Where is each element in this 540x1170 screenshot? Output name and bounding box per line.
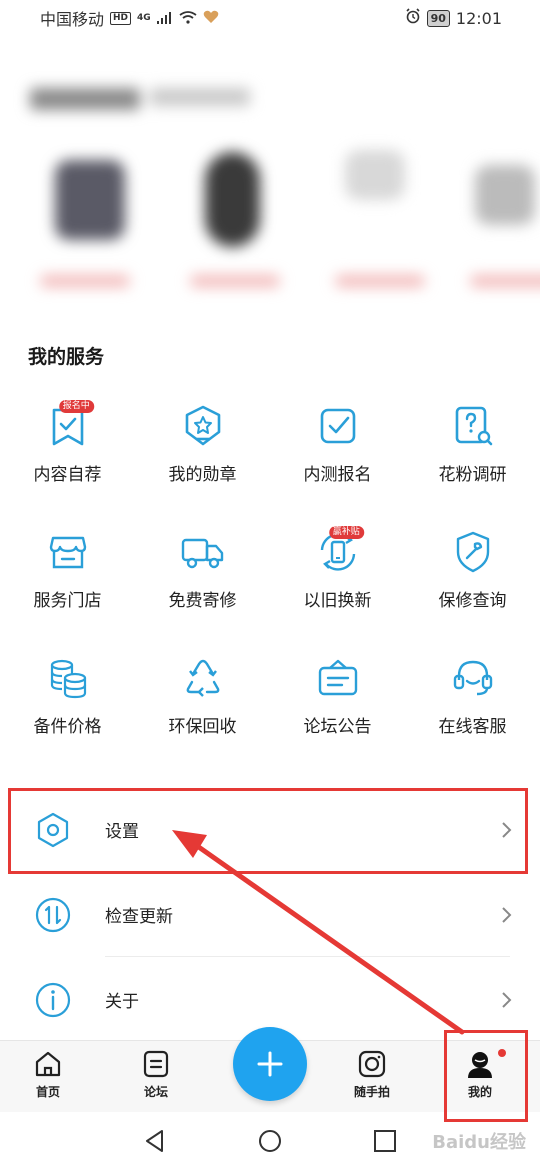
nav-forum[interactable]: 论坛 (111, 1049, 201, 1100)
home-circle-icon[interactable] (257, 1128, 283, 1154)
service-warranty-check[interactable]: 保修查询 (405, 516, 540, 642)
service-beta-signup[interactable]: 内测报名 (270, 390, 405, 516)
status-right: 90 12:01 (405, 8, 502, 28)
recycle-icon (179, 654, 227, 702)
alarm-icon (405, 8, 421, 28)
carrier-name: 中国移动 (40, 10, 105, 29)
service-label: 备件价格 (33, 717, 102, 737)
service-label: 服务门店 (33, 591, 102, 611)
status-left: 中国移动 HD 4G (40, 6, 219, 30)
plus-icon (257, 1051, 283, 1077)
store-icon (44, 528, 92, 576)
health-heart-icon (203, 9, 219, 28)
service-stores[interactable]: 服务门店 (0, 516, 135, 642)
service-my-medals[interactable]: 我的勋章 (135, 390, 270, 516)
services-grid: 报名中 内容自荐 我的勋章 内测报名 花粉调研 服务门店 免费寄修 赢补贴 以旧… (0, 390, 540, 768)
notice-board-icon (314, 654, 362, 702)
truck-icon (179, 528, 227, 576)
nav-forum-label: 论坛 (143, 1085, 168, 1099)
me-tab-highlight-box (444, 1030, 528, 1122)
hd-badge: HD (110, 11, 132, 25)
wifi-icon (179, 9, 197, 28)
service-free-mail-repair[interactable]: 免费寄修 (135, 516, 270, 642)
service-label: 在线客服 (438, 717, 507, 737)
camera-icon (357, 1049, 387, 1079)
checkbox-icon (314, 402, 362, 450)
check-update-label: 检查更新 (105, 907, 173, 927)
service-parts-price[interactable]: 备件价格 (0, 642, 135, 768)
nav-snap-label: 随手拍 (353, 1085, 390, 1099)
nav-snap[interactable]: 随手拍 (327, 1049, 417, 1100)
chevron-right-icon (500, 906, 514, 924)
service-label: 环保回收 (168, 717, 237, 737)
service-label: 保修查询 (438, 591, 507, 611)
service-recycling[interactable]: 环保回收 (135, 642, 270, 768)
check-update-row[interactable]: 检查更新 (0, 872, 540, 957)
watermark: Baidu经验 (432, 1132, 526, 1153)
recents-square-icon[interactable] (372, 1128, 398, 1154)
service-label: 我的勋章 (168, 465, 237, 485)
service-label: 内测报名 (303, 465, 372, 485)
service-label: 论坛公告 (303, 717, 372, 737)
service-label: 内容自荐 (33, 465, 102, 485)
clock: 12:01 (455, 8, 502, 28)
headset-icon (449, 654, 497, 702)
signal-icon (156, 9, 173, 28)
service-label: 免费寄修 (168, 591, 237, 611)
service-label: 以旧换新 (303, 591, 372, 611)
chevron-right-icon (500, 991, 514, 1009)
signup-badge: 报名中 (58, 400, 94, 413)
services-section-title: 我的服务 (28, 346, 105, 368)
blurred-content (0, 60, 540, 315)
network-type: 4G (137, 13, 151, 23)
service-label: 花粉调研 (438, 465, 507, 485)
survey-icon (449, 402, 497, 450)
update-icon (34, 896, 72, 934)
back-triangle-icon[interactable] (142, 1128, 168, 1154)
about-label: 关于 (105, 992, 139, 1012)
nav-home[interactable]: 首页 (3, 1049, 93, 1100)
info-icon (34, 981, 72, 1019)
settings-highlight-box (8, 788, 528, 874)
trade-in-icon: 赢补贴 (314, 526, 364, 576)
service-trade-in[interactable]: 赢补贴 以旧换新 (270, 516, 405, 642)
forum-icon (141, 1049, 171, 1079)
add-post-button[interactable] (233, 1027, 307, 1101)
nav-home-label: 首页 (35, 1085, 60, 1099)
subsidy-badge: 赢补贴 (328, 526, 364, 539)
warranty-shield-icon (449, 528, 497, 576)
coins-icon (44, 654, 92, 702)
blurred-product-banner[interactable] (0, 60, 540, 315)
checkmark-bookmark-icon: 报名中 (44, 400, 94, 450)
home-icon (33, 1049, 63, 1079)
service-content-recommend[interactable]: 报名中 内容自荐 (0, 390, 135, 516)
status-bar: 中国移动 HD 4G 90 12:01 (0, 0, 540, 36)
service-online-support[interactable]: 在线客服 (405, 642, 540, 768)
medal-icon (179, 402, 227, 450)
battery-indicator: 90 (426, 9, 450, 27)
service-fan-survey[interactable]: 花粉调研 (405, 390, 540, 516)
service-forum-notice[interactable]: 论坛公告 (270, 642, 405, 768)
